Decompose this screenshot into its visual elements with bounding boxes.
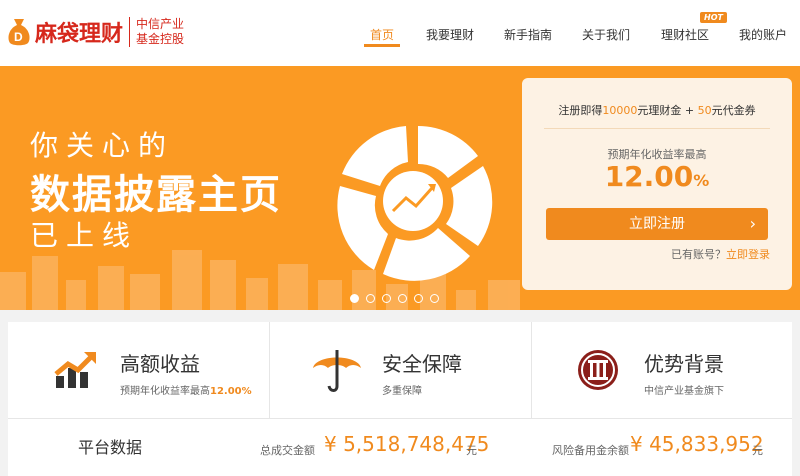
feature-subtitle-returns: 预期年化收益率最高12.00%	[120, 382, 252, 397]
nav-community[interactable]: 理财社区	[661, 26, 709, 43]
carousel-dot[interactable]	[350, 294, 359, 303]
nav-home[interactable]: 首页	[370, 26, 394, 43]
card-divider	[544, 128, 770, 129]
section-divider	[8, 418, 792, 419]
login-prompt-text: 已有账号？	[671, 248, 726, 261]
login-prompt: 已有账号？立即登录	[671, 246, 770, 262]
total-volume-label: 总成交金额	[260, 444, 315, 457]
banner-headline-2: 数据披露主页	[30, 172, 282, 218]
login-link[interactable]: 立即登录	[726, 248, 770, 261]
carousel-indicators	[350, 294, 439, 303]
carousel-dot[interactable]	[398, 294, 407, 303]
logo-tagline-line2: 基金控股	[136, 32, 185, 46]
register-button-label: 立即注册	[629, 216, 685, 232]
total-volume-unit: 元	[466, 444, 477, 457]
feature-title-security: 安全保障	[382, 352, 462, 376]
register-promo: 注册即得10000元理财金 + 50元代金券	[522, 102, 792, 118]
chevron-right-icon: ›	[749, 214, 756, 233]
citic-logo-icon	[578, 350, 618, 390]
site-logo[interactable]: D 麻袋理财 中信产业 基金控股	[6, 14, 184, 50]
logo-name: 麻袋理财	[35, 22, 124, 47]
feature-subtitle-returns-rate: 12.00%	[210, 386, 252, 397]
rate-value: 12.00	[604, 160, 694, 193]
register-card: 注册即得10000元理财金 + 50元代金券 预期年化收益率最高 12.00% …	[522, 78, 792, 290]
carousel-dot[interactable]	[366, 294, 375, 303]
promo-coupon: 50	[697, 104, 712, 117]
nav-account[interactable]: 我的账户	[739, 26, 787, 43]
umbrella-icon	[313, 350, 361, 392]
feature-title-background: 优势背景	[644, 352, 724, 376]
risk-reserve-value: ¥ 45,833,952	[630, 432, 764, 456]
logo-divider	[129, 17, 131, 47]
max-rate: 12.00%	[522, 160, 792, 193]
risk-reserve-label: 风险备用金余额	[552, 444, 629, 457]
features-panel: 高额收益 预期年化收益率最高12.00% 安全保障 多重保障 优势背景 中信产业…	[8, 322, 792, 476]
risk-reserve-unit: 元	[752, 444, 763, 457]
rising-chart-icon	[54, 352, 96, 388]
logo-tagline: 中信产业 基金控股	[136, 17, 184, 47]
feature-subtitle-background: 中信产业基金旗下	[644, 386, 724, 397]
banner-headline-3: 已上线	[30, 219, 139, 252]
carousel-dot[interactable]	[382, 294, 391, 303]
promo-amount: 10000	[602, 104, 638, 117]
nav-active-indicator	[364, 44, 400, 47]
feature-divider	[531, 322, 532, 418]
promo-prefix: 注册即得	[558, 104, 603, 117]
banner-headline-1: 你关心的	[30, 129, 175, 162]
carousel-dot[interactable]	[414, 294, 423, 303]
total-volume-value: ¥ 5,518,748,475	[324, 432, 490, 456]
carousel-dot[interactable]	[430, 294, 439, 303]
feature-title-returns: 高额收益	[120, 352, 200, 376]
promo-suffix: 元代金券	[711, 104, 756, 117]
feature-divider	[269, 322, 270, 418]
register-button[interactable]: 立即注册 ›	[546, 208, 768, 240]
money-bag-icon: D	[8, 19, 30, 46]
nav-about[interactable]: 关于我们	[582, 26, 630, 43]
nav-invest[interactable]: 我要理财	[426, 26, 474, 43]
hot-badge: HOT	[700, 12, 727, 23]
feature-subtitle-security: 多重保障	[382, 386, 422, 397]
promo-mid: 元理财金 +	[637, 104, 698, 117]
feature-subtitle-returns-text: 预期年化收益率最高	[120, 386, 210, 397]
svg-text:D: D	[14, 30, 23, 44]
nav-guide[interactable]: 新手指南	[504, 26, 552, 43]
site-header: D 麻袋理财 中信产业 基金控股 首页 我要理财 新手指南 关于我们 理财社区 …	[0, 0, 800, 66]
donut-chart-icon	[337, 126, 493, 281]
rate-unit: %	[693, 171, 710, 190]
logo-tagline-line1: 中信产业	[136, 17, 185, 31]
platform-data-label: 平台数据	[78, 438, 143, 457]
